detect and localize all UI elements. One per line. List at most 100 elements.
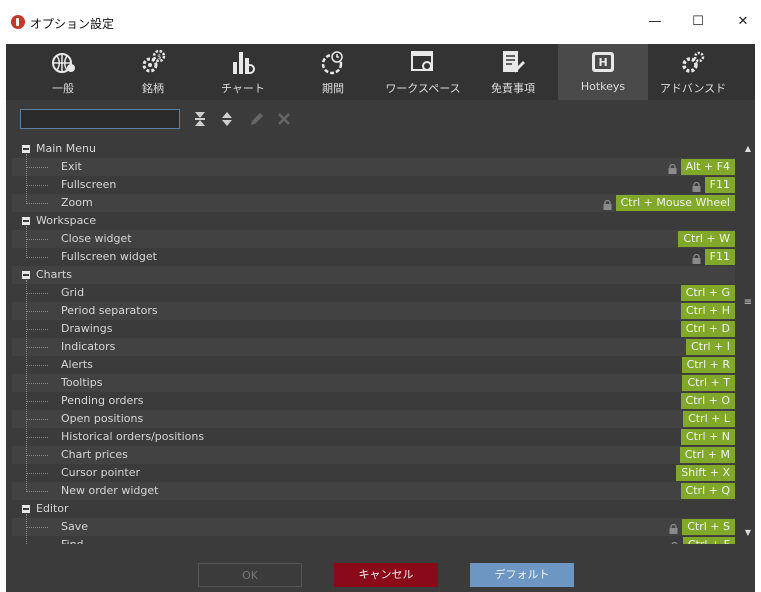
tab-advanced[interactable]: アドバンスド: [648, 44, 738, 100]
hotkey-badge[interactable]: Ctrl + L: [683, 411, 735, 427]
action-label: Open positions: [61, 412, 144, 425]
hotkey-badge[interactable]: Ctrl + O: [680, 393, 735, 409]
hotkey-row[interactable]: Tooltips Ctrl + T: [12, 374, 735, 392]
bar-chart-gear-icon: [230, 48, 256, 76]
tab-symbols[interactable]: $ 銘柄: [108, 44, 198, 100]
hotkey-badge[interactable]: F11: [704, 177, 735, 193]
tree-group[interactable]: Main Menu: [12, 140, 735, 158]
dollar-gear-icon: $: [140, 48, 166, 76]
tree-connector: [26, 437, 48, 438]
hotkey-badge[interactable]: Ctrl + T: [682, 375, 735, 391]
hotkey-row[interactable]: Alerts Ctrl + R: [12, 356, 735, 374]
hotkey-badge[interactable]: Ctrl + G: [680, 285, 735, 301]
collapse-icon[interactable]: [22, 271, 30, 279]
hotkey-badge[interactable]: Ctrl + Q: [680, 483, 735, 499]
document-pen-icon: [500, 48, 526, 76]
hotkey-badge[interactable]: Ctrl + N: [680, 429, 735, 445]
tab-hotkeys[interactable]: H Hotkeys: [558, 44, 648, 100]
hotkey-row[interactable]: Indicators Ctrl + I: [12, 338, 735, 356]
expand-all-icon[interactable]: [192, 111, 208, 127]
tab-label: ワークスペース: [385, 82, 461, 95]
tree-group[interactable]: Workspace: [12, 212, 735, 230]
hotkey-badge[interactable]: Ctrl + F: [682, 537, 735, 544]
lock-icon: [692, 252, 701, 264]
scroll-down-icon[interactable]: ▼: [743, 528, 753, 537]
action-label: Find: [61, 536, 84, 544]
hotkey-row[interactable]: Grid Ctrl + G: [12, 284, 735, 302]
dialog-footer: OK キャンセル デフォルト: [6, 544, 755, 592]
collapse-icon[interactable]: [22, 505, 30, 513]
hotkey-badge[interactable]: Ctrl + W: [678, 231, 735, 247]
collapse-icon[interactable]: [22, 145, 30, 153]
search-input[interactable]: [20, 109, 180, 129]
hotkey-row[interactable]: Find Ctrl + F: [12, 536, 735, 544]
close-button[interactable]: ✕: [731, 12, 755, 32]
hotkey-row[interactable]: Exit Alt + F4: [12, 158, 735, 176]
hotkey-row[interactable]: Period separators Ctrl + H: [12, 302, 735, 320]
x-icon[interactable]: [276, 111, 292, 127]
tab-bar: 一般 $ 銘柄 チャート 期間 ワークスペース 免責事項 H Hotkeys アドバンスド: [6, 44, 755, 100]
tree-scrollbar[interactable]: ▲ ≡ ▼: [741, 140, 755, 544]
collapse-icon[interactable]: [22, 217, 30, 225]
tree-connector: [26, 329, 48, 330]
tab-period[interactable]: 期間: [288, 44, 378, 100]
tree-connector: [26, 257, 48, 258]
action-label: Tooltips: [61, 376, 103, 389]
tree-connector: [26, 347, 48, 348]
app-logo-icon: [11, 15, 25, 29]
options-dialog-body: 一般 $ 銘柄 チャート 期間 ワークスペース 免責事項 H Hotkeys アドバンスド Mai…: [6, 44, 755, 592]
hotkey-row[interactable]: Fullscreen F11: [12, 176, 735, 194]
tab-label: 期間: [322, 82, 344, 95]
hotkey-badge[interactable]: Shift + X: [676, 465, 735, 481]
tree-connector: [26, 167, 48, 168]
hotkey-row[interactable]: Save Ctrl + S: [12, 518, 735, 536]
action-label: Drawings: [61, 322, 113, 335]
tab-general[interactable]: 一般: [18, 44, 108, 100]
hotkey-badge[interactable]: Ctrl + D: [680, 321, 735, 337]
ok-button[interactable]: OK: [198, 563, 302, 587]
tree-group[interactable]: Charts: [12, 266, 735, 284]
tab-chart[interactable]: チャート: [198, 44, 288, 100]
action-label: New order widget: [61, 484, 159, 497]
tree-group[interactable]: Editor: [12, 500, 735, 518]
tree-connector: [26, 203, 48, 204]
maximize-button[interactable]: ☐: [686, 12, 710, 32]
hotkey-badge[interactable]: Ctrl + Mouse Wheel: [615, 195, 735, 211]
default-button[interactable]: デフォルト: [470, 563, 574, 587]
hotkey-badge[interactable]: F11: [704, 249, 735, 265]
tab-label: 銘柄: [142, 82, 164, 95]
collapse-all-icon[interactable]: [219, 111, 235, 127]
hotkey-badge[interactable]: Ctrl + M: [679, 447, 735, 463]
tab-disclaimer[interactable]: 免責事項: [468, 44, 558, 100]
hotkey-row[interactable]: Chart prices Ctrl + M: [12, 446, 735, 464]
pencil-icon[interactable]: [249, 111, 265, 127]
minimize-button[interactable]: —: [643, 12, 667, 32]
hotkey-row[interactable]: Zoom Ctrl + Mouse Wheel: [12, 194, 735, 212]
action-label: Period separators: [61, 304, 158, 317]
scroll-thumb[interactable]: ≡: [743, 298, 753, 308]
group-label: Workspace: [36, 214, 97, 227]
group-label: Main Menu: [36, 142, 96, 155]
tree-connector: [26, 185, 48, 186]
hotkey-badge[interactable]: Ctrl + S: [682, 519, 735, 535]
hotkey-row[interactable]: Historical orders/positions Ctrl + N: [12, 428, 735, 446]
hotkey-row[interactable]: Fullscreen widget F11: [12, 248, 735, 266]
cancel-button[interactable]: キャンセル: [334, 563, 438, 587]
tab-workspace[interactable]: ワークスペース: [378, 44, 468, 100]
hotkey-row[interactable]: New order widget Ctrl + Q: [12, 482, 735, 500]
hotkey-badge[interactable]: Ctrl + R: [681, 357, 735, 373]
hotkey-badge[interactable]: Ctrl + I: [685, 339, 735, 355]
tree-connector: [26, 514, 27, 544]
scroll-up-icon[interactable]: ▲: [743, 144, 753, 153]
hotkey-row[interactable]: Open positions Ctrl + L: [12, 410, 735, 428]
tree-connector: [26, 280, 27, 492]
tree-connector: [26, 239, 48, 240]
hotkey-row[interactable]: Pending orders Ctrl + O: [12, 392, 735, 410]
hotkey-row[interactable]: Close widget Ctrl + W: [12, 230, 735, 248]
tree-connector: [26, 419, 48, 420]
h-key-icon: H: [590, 48, 616, 76]
hotkey-badge[interactable]: Alt + F4: [680, 159, 735, 175]
hotkey-row[interactable]: Drawings Ctrl + D: [12, 320, 735, 338]
hotkey-badge[interactable]: Ctrl + H: [680, 303, 735, 319]
hotkey-row[interactable]: Cursor pointer Shift + X: [12, 464, 735, 482]
